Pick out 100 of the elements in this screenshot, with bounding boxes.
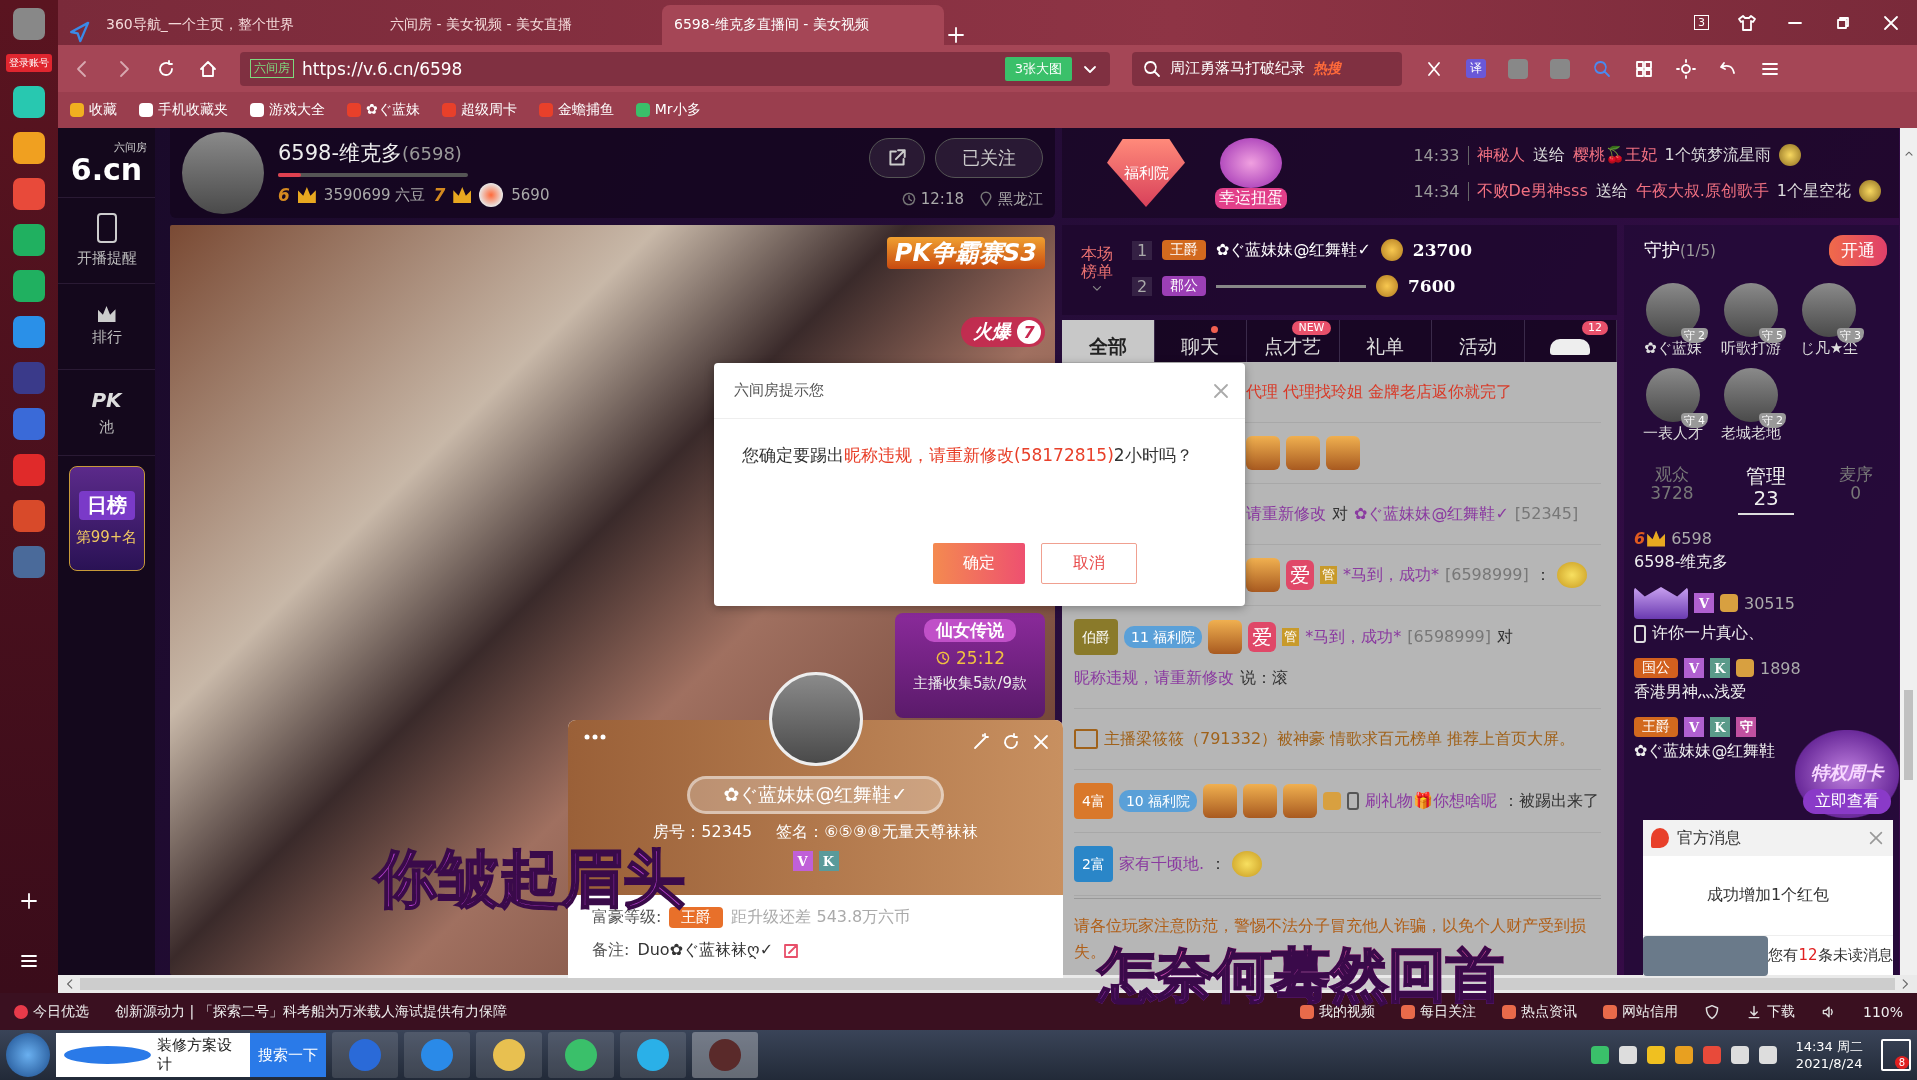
tray-icon[interactable] bbox=[1731, 1046, 1750, 1064]
user-name[interactable]: 香港男神灬浅爱 bbox=[1634, 682, 1746, 703]
dialog-message: 您确定要踢出昵称违规，请重新修改(58172815)2小时吗？ bbox=[742, 445, 1193, 465]
audience-tab[interactable]: 观众 3728 bbox=[1642, 465, 1702, 515]
bookmark[interactable]: 游戏大全 bbox=[250, 101, 325, 119]
browser-tab[interactable]: 6598-维克多直播间 - 美女视频 bbox=[662, 5, 944, 45]
user-icon bbox=[1736, 659, 1754, 677]
wand-icon[interactable] bbox=[971, 732, 991, 752]
hot-badge: 火爆 7 bbox=[961, 317, 1045, 347]
audience-tab[interactable]: 麦序 0 bbox=[1830, 465, 1881, 515]
scrollbar-thumb[interactable] bbox=[1904, 690, 1913, 780]
tray-icon[interactable] bbox=[1647, 1046, 1666, 1064]
search-field[interactable]: 装修方案设计 搜索一下 bbox=[56, 1033, 326, 1077]
today-picks[interactable]: 今日优选 bbox=[14, 1002, 89, 1021]
chat-tab[interactable]: 全部 bbox=[1062, 320, 1155, 362]
user-name[interactable]: 许你一片真心、 bbox=[1652, 623, 1764, 644]
user-name[interactable]: ✿ぐ蓝妹妹@红舞鞋 bbox=[1634, 741, 1776, 762]
magic-box-card[interactable]: 仙女传说 25:12 主播收集5款/9款 bbox=[895, 613, 1045, 718]
start-button[interactable] bbox=[6, 1033, 50, 1077]
crown-frame-icon bbox=[1634, 587, 1688, 619]
user-id: 6598 bbox=[1671, 529, 1712, 548]
share-button[interactable] bbox=[869, 137, 925, 178]
app-shortcut-icon[interactable] bbox=[13, 224, 45, 256]
audience-tab[interactable]: 管理 23 bbox=[1738, 465, 1795, 515]
cancel-button[interactable]: 取消 bbox=[1040, 543, 1137, 584]
ranking-title[interactable]: 本场榜单 bbox=[1062, 225, 1132, 315]
browser-tab[interactable]: 六间房 - 美女视频 - 美女直播 bbox=[378, 5, 660, 45]
taskbar-app-icon[interactable] bbox=[548, 1032, 614, 1078]
privilege-card[interactable]: 特权周卡 立即查看 bbox=[1795, 730, 1899, 818]
follow-button[interactable]: 已关注 bbox=[935, 137, 1043, 178]
feed-time: 14:33 bbox=[1413, 145, 1469, 165]
tray-icon[interactable] bbox=[1759, 1046, 1778, 1064]
megaphone-icon bbox=[1074, 729, 1098, 749]
beans-count: 3590699 六豆 bbox=[323, 185, 426, 205]
upgrade-text: 距升级还差 543.8万六币 bbox=[731, 907, 911, 928]
app-shortcut-icon[interactable] bbox=[13, 408, 45, 440]
gift-icon bbox=[1326, 436, 1360, 470]
status-link[interactable]: 每日关注 bbox=[1400, 1002, 1476, 1021]
shirt-icon[interactable] bbox=[1737, 12, 1757, 33]
search-button[interactable]: 搜索一下 bbox=[250, 1033, 326, 1077]
taskbar-app-icon[interactable] bbox=[404, 1032, 470, 1078]
translate-button[interactable]: 译 bbox=[1466, 59, 1486, 78]
window-count[interactable]: 3 bbox=[1694, 15, 1709, 30]
zoom-level[interactable]: 110% bbox=[1862, 1003, 1903, 1020]
location: 黑龙江 bbox=[978, 189, 1043, 209]
rank-badge: 2富 bbox=[1074, 846, 1113, 882]
bookmark[interactable]: ✿ぐ蓝妹 bbox=[347, 101, 420, 119]
tray-icon[interactable] bbox=[1619, 1046, 1638, 1064]
admin-badge: 管 bbox=[1320, 566, 1337, 584]
app-shortcut-icon[interactable] bbox=[13, 454, 45, 486]
rank-badge: 郡公 bbox=[1162, 276, 1206, 296]
notification-icon[interactable]: 8 bbox=[1881, 1039, 1911, 1071]
app-shortcut-icon[interactable] bbox=[13, 132, 45, 164]
unread-link[interactable]: 您有12条未读消息 bbox=[1768, 946, 1893, 965]
message-text: ：被踢出来了 bbox=[1503, 790, 1600, 812]
bookmark[interactable]: 超级周卡 bbox=[441, 101, 517, 119]
browser-tab[interactable]: 360导航_一个主页，整个世界 bbox=[94, 5, 376, 45]
taskbar-app-icon[interactable] bbox=[692, 1032, 758, 1078]
bookmark[interactable]: 收藏 bbox=[70, 101, 117, 119]
bookmark[interactable]: Mr小多 bbox=[635, 101, 701, 119]
open-button[interactable]: 开通 bbox=[1829, 234, 1887, 266]
clock[interactable]: 14:34 周二 2021/8/24 bbox=[1787, 1038, 1871, 1072]
lucky-capsule-label[interactable]: 幸运扭蛋 bbox=[1215, 187, 1287, 209]
user-id: 30515 bbox=[1744, 593, 1795, 613]
app-shortcut-icon[interactable] bbox=[13, 316, 45, 348]
guard-badge: 守 bbox=[1736, 717, 1756, 737]
add-icon[interactable] bbox=[19, 891, 39, 911]
more-icon[interactable] bbox=[584, 734, 606, 740]
status-link[interactable]: 热点资讯 bbox=[1501, 1002, 1577, 1021]
search-field[interactable]: 周江勇落马打破纪录 热搜 bbox=[1132, 51, 1402, 86]
status-link[interactable]: 网站信用 bbox=[1602, 1002, 1678, 1021]
daily-rank-card[interactable]: 日榜 第99+名 bbox=[68, 466, 145, 571]
app-shortcut-icon[interactable] bbox=[13, 270, 45, 302]
refresh-icon[interactable] bbox=[156, 58, 176, 79]
download-button[interactable]: 下载 bbox=[1745, 1002, 1795, 1021]
search-icon[interactable] bbox=[1142, 58, 1162, 79]
taskbar-app-icon[interactable] bbox=[476, 1032, 542, 1078]
bookmark[interactable]: 金蟾捕鱼 bbox=[538, 101, 614, 119]
view-button[interactable]: 立即查看 bbox=[1803, 789, 1891, 814]
login-button[interactable]: 登录账号 bbox=[6, 54, 52, 72]
chat-tab[interactable]: 12 bbox=[1524, 320, 1617, 362]
taskbar-app-icon[interactable] bbox=[620, 1032, 686, 1078]
app-shortcut-icon[interactable] bbox=[13, 546, 45, 578]
bookmark[interactable]: 手机收藏夹 bbox=[139, 101, 228, 119]
refresh-icon[interactable] bbox=[1001, 732, 1021, 752]
grid-icon[interactable] bbox=[1634, 58, 1654, 79]
tray-icon[interactable] bbox=[1591, 1046, 1610, 1064]
app-shortcut-icon[interactable] bbox=[13, 500, 45, 532]
user-name: 神秘人 bbox=[1476, 144, 1525, 166]
news-link[interactable]: 创新源动力 | 「探索二号」科考船为万米载人海试提供有力保障 bbox=[115, 1002, 507, 1021]
user-name[interactable]: 6598-维克多 bbox=[1634, 552, 1729, 573]
new-tab-icon[interactable] bbox=[946, 25, 966, 45]
user-icon bbox=[1720, 594, 1738, 612]
tray-icon[interactable] bbox=[1675, 1046, 1694, 1064]
app-shortcut-icon[interactable] bbox=[13, 178, 45, 210]
sun-icon[interactable] bbox=[1676, 58, 1696, 79]
home-icon[interactable] bbox=[198, 58, 218, 79]
address-bar[interactable]: 六间房 https://v.6.cn/6598 3张大图 bbox=[240, 51, 1110, 86]
app-shortcut-icon[interactable] bbox=[13, 86, 45, 118]
guard-shield: 守 2 bbox=[1758, 413, 1786, 428]
